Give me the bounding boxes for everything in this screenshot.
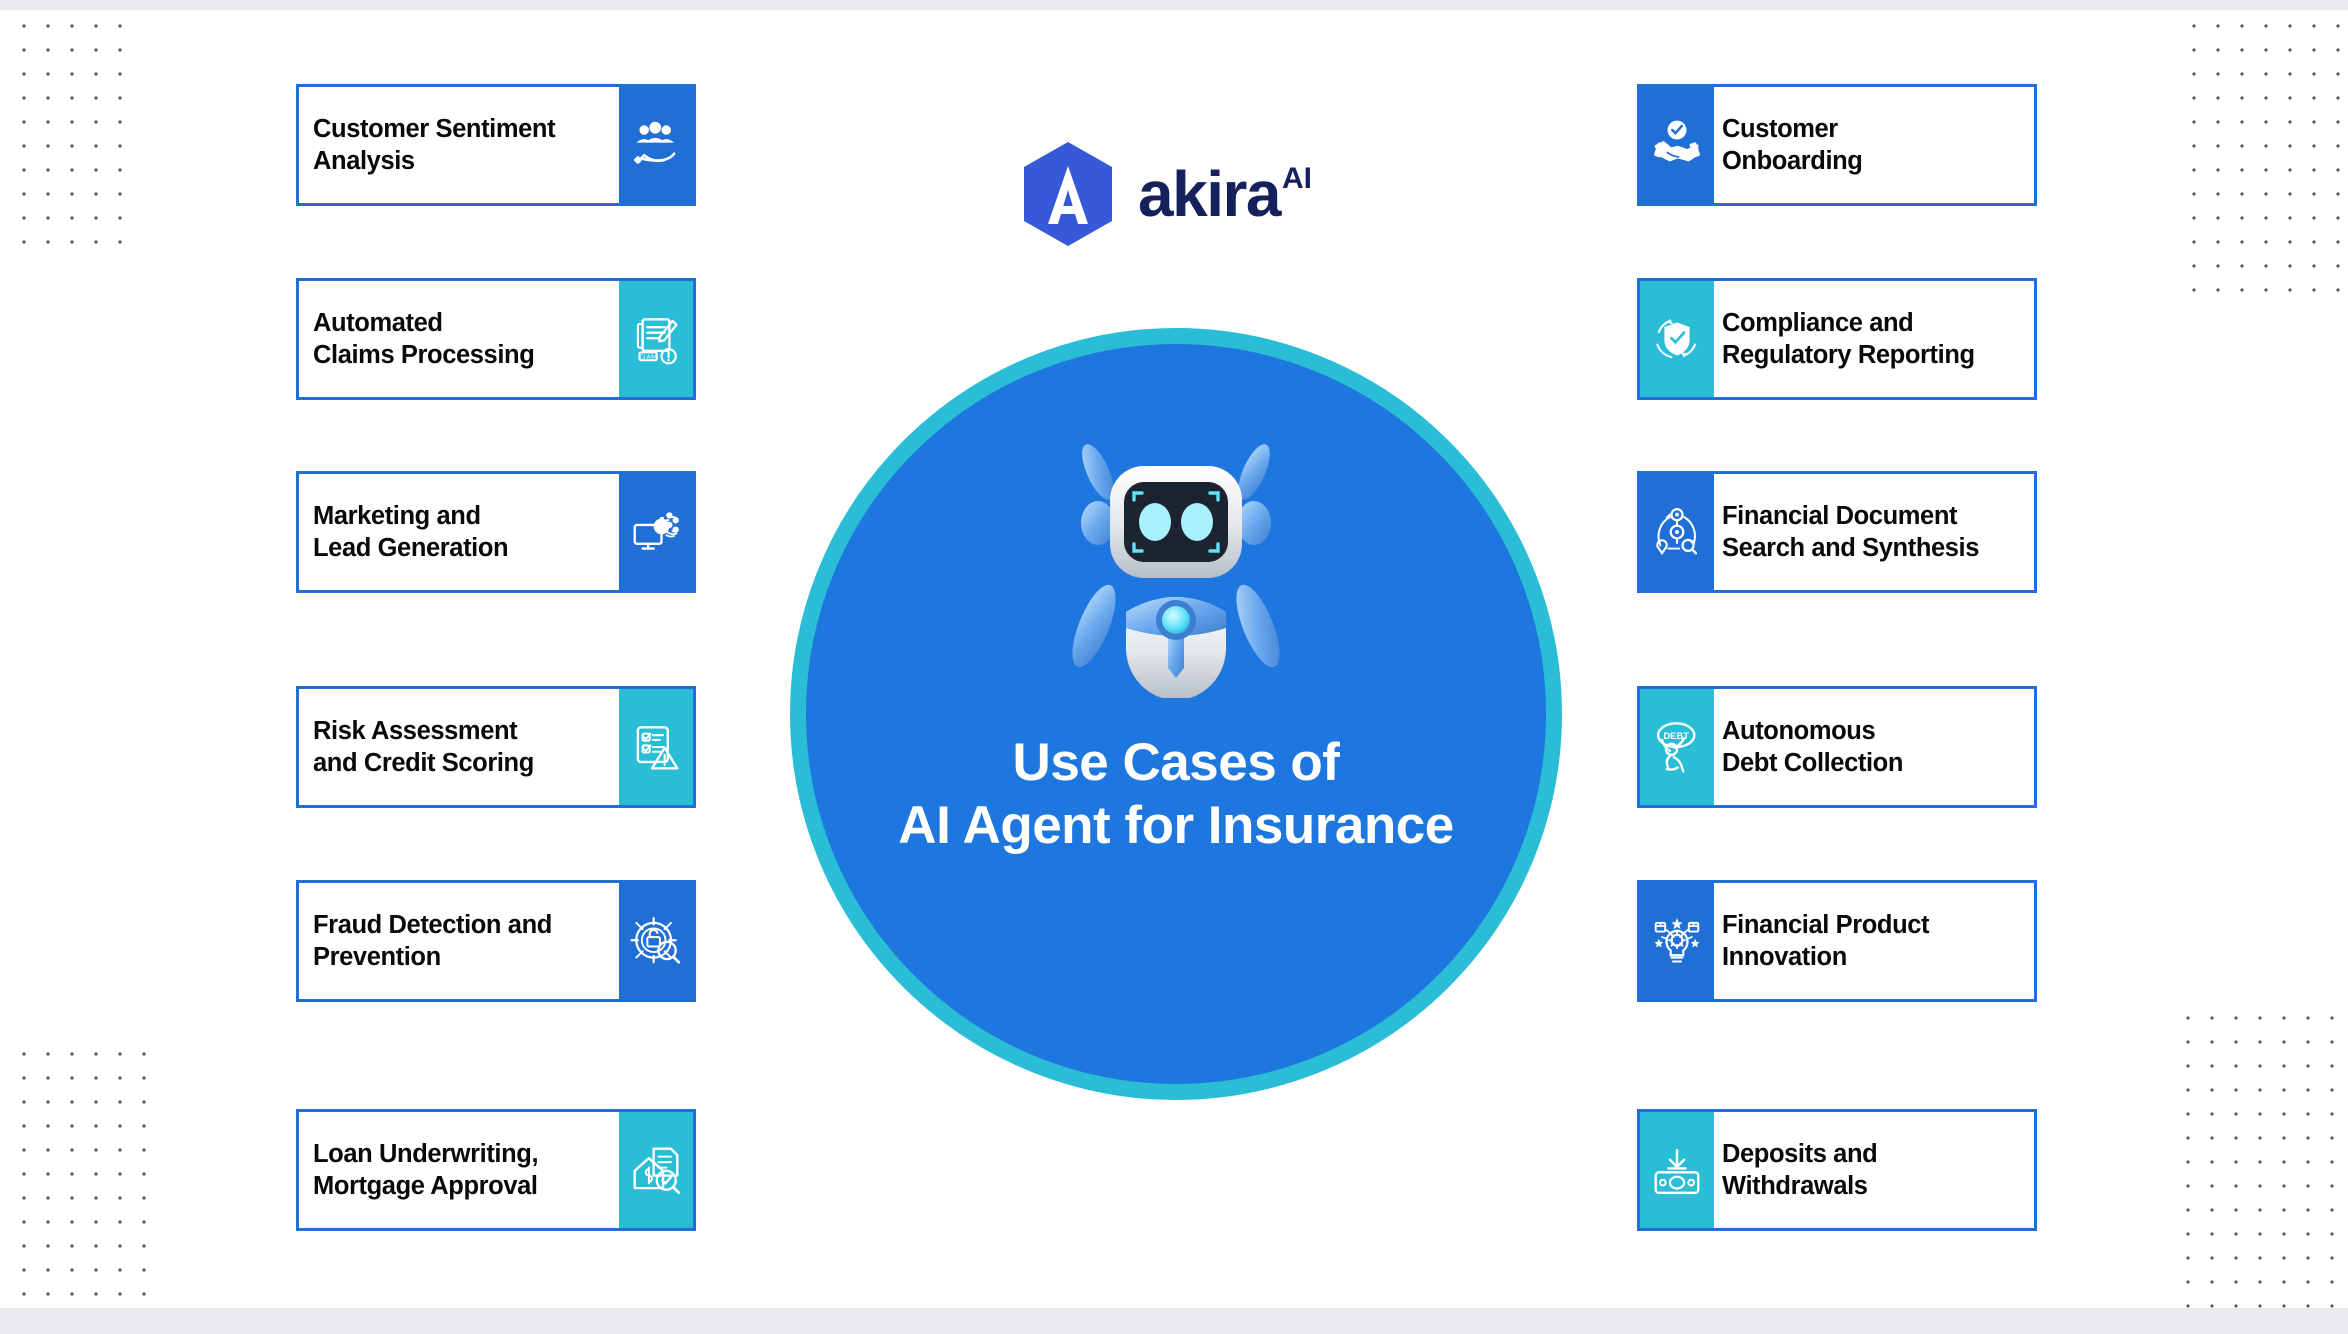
use-case-label: Marketing and Lead Generation (313, 501, 509, 562)
bottom-chrome-band (0, 1308, 2348, 1334)
use-case-card[interactable]: Automated Claims Processing (296, 278, 696, 400)
akira-ai-logo[interactable]: akira AI (1018, 140, 1312, 248)
risk-checklist-icon (619, 689, 693, 805)
ai-robot-mascot-icon (1072, 444, 1280, 698)
use-case-label: Deposits and Withdrawals (1722, 1139, 1878, 1200)
marketing-monitor-icon (619, 474, 693, 590)
use-case-label: Compliance and Regulatory Reporting (1722, 308, 1975, 369)
use-case-card[interactable]: Customer Sentiment Analysis (296, 84, 696, 206)
dot-pattern-bottom-left (6, 1036, 160, 1308)
hero-title: Use Cases of AI Agent for Insurance (898, 733, 1454, 855)
claims-document-icon (619, 281, 693, 397)
use-case-card[interactable]: Compliance and Regulatory Reporting (1637, 278, 2037, 400)
use-case-card[interactable]: Fraud Detection and Prevention (296, 880, 696, 1002)
use-case-label: Fraud Detection and Prevention (313, 910, 552, 971)
dot-pattern-top-left (6, 8, 138, 264)
brand-superscript: AI (1281, 162, 1312, 195)
use-case-card[interactable]: Marketing and Lead Generation (296, 471, 696, 593)
use-case-card[interactable]: Risk Assessment and Credit Scoring (296, 686, 696, 808)
use-case-card[interactable]: Autonomous Debt Collection (1637, 686, 2037, 808)
brand-name: akira (1138, 158, 1281, 230)
infographic-canvas: akira AI Use Cases of AI Agent for Insur… (0, 0, 2348, 1334)
use-case-card[interactable]: Financial Document Search and Synthesis (1637, 471, 2037, 593)
akira-wordmark: akira AI (1138, 162, 1312, 226)
debt-burden-icon (1640, 689, 1714, 805)
use-case-label: Risk Assessment and Credit Scoring (313, 716, 534, 777)
document-search-icon (1640, 474, 1714, 590)
use-case-card[interactable]: Customer Onboarding (1637, 84, 2037, 206)
akira-hexagon-mark-icon (1018, 140, 1118, 248)
dot-pattern-bottom-right (2170, 1000, 2334, 1308)
use-case-label: Customer Onboarding (1722, 114, 1863, 175)
dot-pattern-top-right (2176, 8, 2348, 300)
use-case-card[interactable]: Loan Underwriting, Mortgage Approval (296, 1109, 696, 1231)
use-case-label: Loan Underwriting, Mortgage Approval (313, 1139, 539, 1200)
use-case-label: Autonomous Debt Collection (1722, 716, 1904, 777)
banknote-deposit-icon (1640, 1112, 1714, 1228)
fraud-target-icon (619, 883, 693, 999)
top-chrome-band (0, 0, 2348, 10)
hero-circle: Use Cases of AI Agent for Insurance (790, 328, 1562, 1100)
handshake-check-icon (1640, 87, 1714, 203)
use-case-label: Customer Sentiment Analysis (313, 114, 556, 175)
mortgage-house-icon (619, 1112, 693, 1228)
use-case-label: Automated Claims Processing (313, 308, 535, 369)
customer-sentiment-icon (619, 87, 693, 203)
use-case-label: Financial Document Search and Synthesis (1722, 501, 1980, 562)
use-case-card[interactable]: Deposits and Withdrawals (1637, 1109, 2037, 1231)
lightbulb-gear-icon (1640, 883, 1714, 999)
use-case-card[interactable]: Financial Product Innovation (1637, 880, 2037, 1002)
compliance-shield-icon (1640, 281, 1714, 397)
use-case-label: Financial Product Innovation (1722, 910, 1930, 971)
